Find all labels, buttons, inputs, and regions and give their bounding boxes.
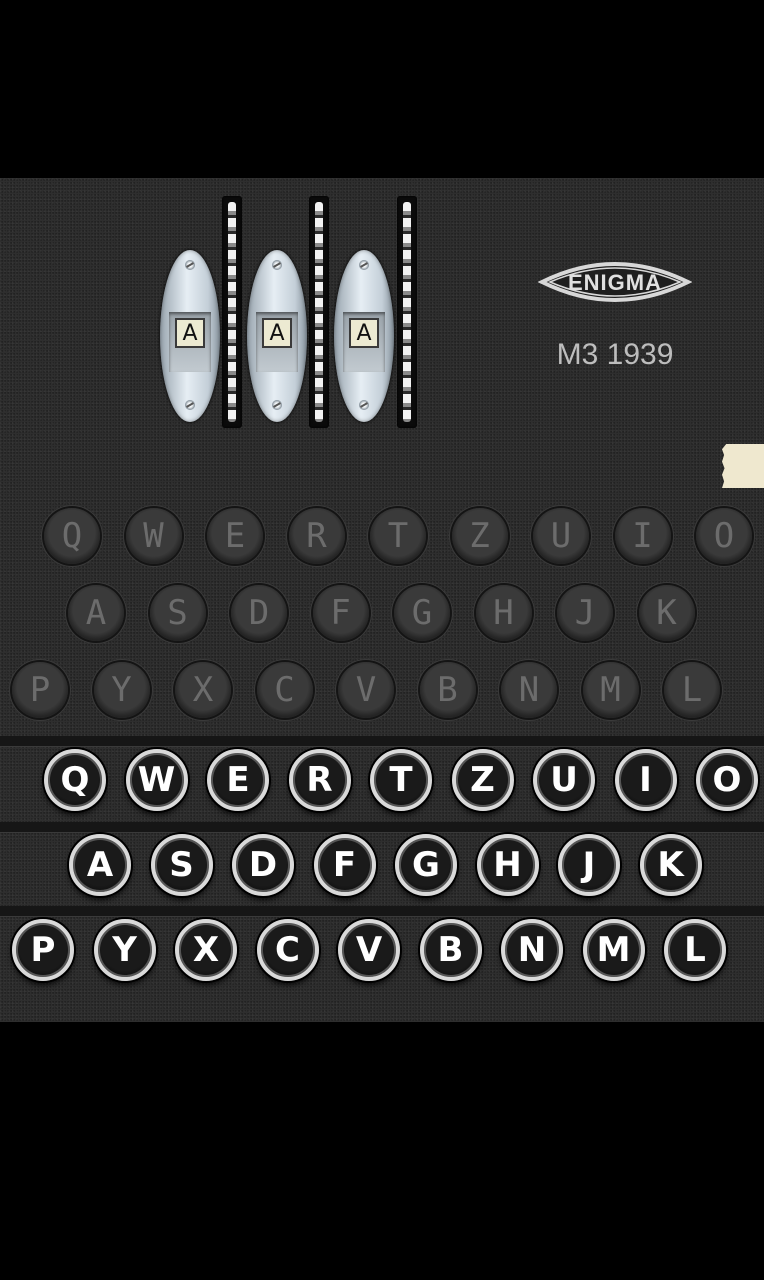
lamp-x: X xyxy=(175,662,231,718)
key-w[interactable]: W xyxy=(125,749,188,811)
lamp-g: G xyxy=(394,585,450,641)
key-c[interactable]: C xyxy=(256,919,319,981)
screw-icon xyxy=(359,260,369,270)
key-z[interactable]: Z xyxy=(451,749,514,811)
rotor-window: A xyxy=(343,312,385,372)
divider-rail xyxy=(0,736,764,746)
screw-icon xyxy=(272,400,282,410)
key-p[interactable]: P xyxy=(12,919,74,981)
key-e[interactable]: E xyxy=(207,749,269,811)
lamp-q: Q xyxy=(44,508,100,564)
lamp-r: R xyxy=(288,508,345,564)
key-b[interactable]: B xyxy=(419,919,482,981)
screw-icon xyxy=(359,400,369,410)
rotor-window: A xyxy=(256,312,298,372)
key-u[interactable]: U xyxy=(533,749,595,811)
lamp-d: D xyxy=(231,585,287,641)
rotor-wheel-1[interactable] xyxy=(222,196,242,428)
rotor-wheel-teeth xyxy=(315,202,323,422)
key-v[interactable]: V xyxy=(338,919,400,981)
screw-icon xyxy=(185,400,195,410)
rotor-1-letter: A xyxy=(175,318,205,348)
rotor-1[interactable]: A xyxy=(160,250,220,422)
lamp-s: S xyxy=(149,585,206,641)
rotor-3-letter: A xyxy=(349,318,379,348)
key-m[interactable]: M xyxy=(582,919,645,981)
paper-tape-tab[interactable] xyxy=(722,444,764,488)
key-o[interactable]: O xyxy=(696,749,758,811)
key-i[interactable]: I xyxy=(614,749,677,811)
key-l[interactable]: L xyxy=(664,919,726,981)
lamp-y: Y xyxy=(93,662,150,718)
key-r[interactable]: R xyxy=(288,749,351,811)
lamp-i: I xyxy=(614,508,671,564)
rotor-2-letter: A xyxy=(262,318,292,348)
rotor-3[interactable]: A xyxy=(334,250,394,422)
lamp-c: C xyxy=(256,662,313,718)
divider-rail xyxy=(0,822,764,832)
lamp-a: A xyxy=(68,585,124,641)
enigma-machine-panel: A A A ENIGMA M3 1939 QWERTZUIOASDFGHJKPY… xyxy=(0,178,764,1022)
lamp-b: B xyxy=(419,662,476,718)
lamp-n: N xyxy=(501,662,557,718)
lamp-z: Z xyxy=(451,508,508,564)
logo-text: ENIGMA xyxy=(568,270,662,295)
rotor-wheel-teeth xyxy=(228,202,236,422)
lamp-e: E xyxy=(207,508,263,564)
screw-icon xyxy=(185,260,195,270)
enigma-logo: ENIGMA xyxy=(538,262,692,302)
lamp-w: W xyxy=(125,508,182,564)
rotor-wheel-teeth xyxy=(403,202,411,422)
rotor-wheel-2[interactable] xyxy=(309,196,329,428)
key-y[interactable]: Y xyxy=(93,919,156,981)
lamp-t: T xyxy=(370,508,426,564)
lamp-m: M xyxy=(582,662,639,718)
lamp-h: H xyxy=(475,585,532,641)
rotor-wheel-3[interactable] xyxy=(397,196,417,428)
rotor-2[interactable]: A xyxy=(247,250,307,422)
lamp-f: F xyxy=(312,585,369,641)
key-f[interactable]: F xyxy=(313,834,376,896)
key-n[interactable]: N xyxy=(501,919,563,981)
key-x[interactable]: X xyxy=(175,919,237,981)
key-g[interactable]: G xyxy=(395,834,457,896)
key-k[interactable]: K xyxy=(639,834,702,896)
key-d[interactable]: D xyxy=(232,834,294,896)
lamp-l: L xyxy=(664,662,720,718)
key-t[interactable]: T xyxy=(370,749,432,811)
key-j[interactable]: J xyxy=(558,834,620,896)
model-label: M3 1939 xyxy=(556,338,674,371)
lamp-u: U xyxy=(533,508,589,564)
rotor-window: A xyxy=(169,312,211,372)
key-s[interactable]: S xyxy=(150,834,213,896)
lamp-k: K xyxy=(638,585,695,641)
lamp-v: V xyxy=(338,662,394,718)
lamp-p: P xyxy=(12,662,68,718)
key-h[interactable]: H xyxy=(476,834,539,896)
divider-rail xyxy=(0,906,764,916)
key-q[interactable]: Q xyxy=(44,749,106,811)
lamp-j: J xyxy=(557,585,613,641)
lamp-o: O xyxy=(696,508,752,564)
key-a[interactable]: A xyxy=(69,834,131,896)
screw-icon xyxy=(272,260,282,270)
